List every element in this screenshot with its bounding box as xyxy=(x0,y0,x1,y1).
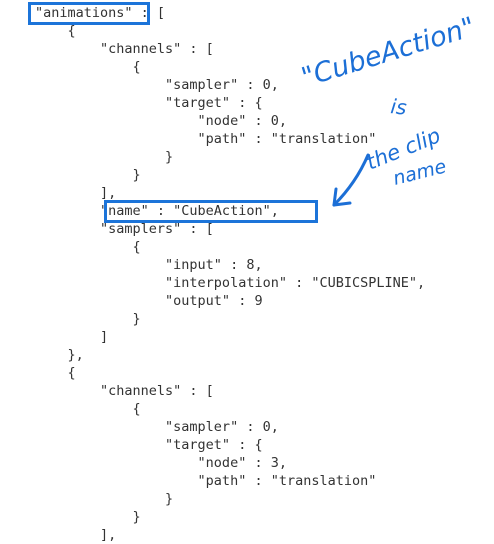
code-line: "input" : 8, xyxy=(35,257,263,273)
code-line: "sampler" : 0, xyxy=(35,419,279,435)
code-line: "node" : 0, xyxy=(35,113,287,129)
code-line: "channels" : [ xyxy=(35,383,214,399)
code-line: ], xyxy=(35,527,117,543)
code-line: "target" : { xyxy=(35,95,263,111)
code-line: "sampler" : 0, xyxy=(35,77,279,93)
code-line: "target" : { xyxy=(35,437,263,453)
code-line: { xyxy=(35,365,76,381)
code-line: }, xyxy=(35,347,84,363)
arrow-icon xyxy=(332,153,370,207)
annotation-line-2: is xyxy=(389,94,407,120)
code-line: { xyxy=(35,239,141,255)
code-line: { xyxy=(35,59,141,75)
code-line: "output" : 9 xyxy=(35,293,263,309)
code-line: ], xyxy=(35,185,117,201)
handwritten-annotation: "CubeAction" is the clip name xyxy=(298,12,479,207)
code-line: } xyxy=(35,149,174,165)
code-line: ] xyxy=(35,329,109,345)
code-line: "interpolation" : "CUBICSPLINE", xyxy=(35,275,426,291)
code-line: } xyxy=(35,509,141,525)
code-line: } xyxy=(35,311,141,327)
code-line: "name" : "CubeAction", xyxy=(35,203,279,219)
code-line: "path" : "translation" xyxy=(35,473,377,489)
code-line: "node" : 3, xyxy=(35,455,287,471)
code-line: "samplers" : [ xyxy=(35,221,214,237)
code-line: { xyxy=(35,401,141,417)
code-line: } xyxy=(35,491,174,507)
code-line: { xyxy=(35,23,76,39)
code-line: } xyxy=(35,167,141,183)
code-line: "animations" : [ xyxy=(35,5,166,21)
code-line: "channels" : [ xyxy=(35,41,214,57)
